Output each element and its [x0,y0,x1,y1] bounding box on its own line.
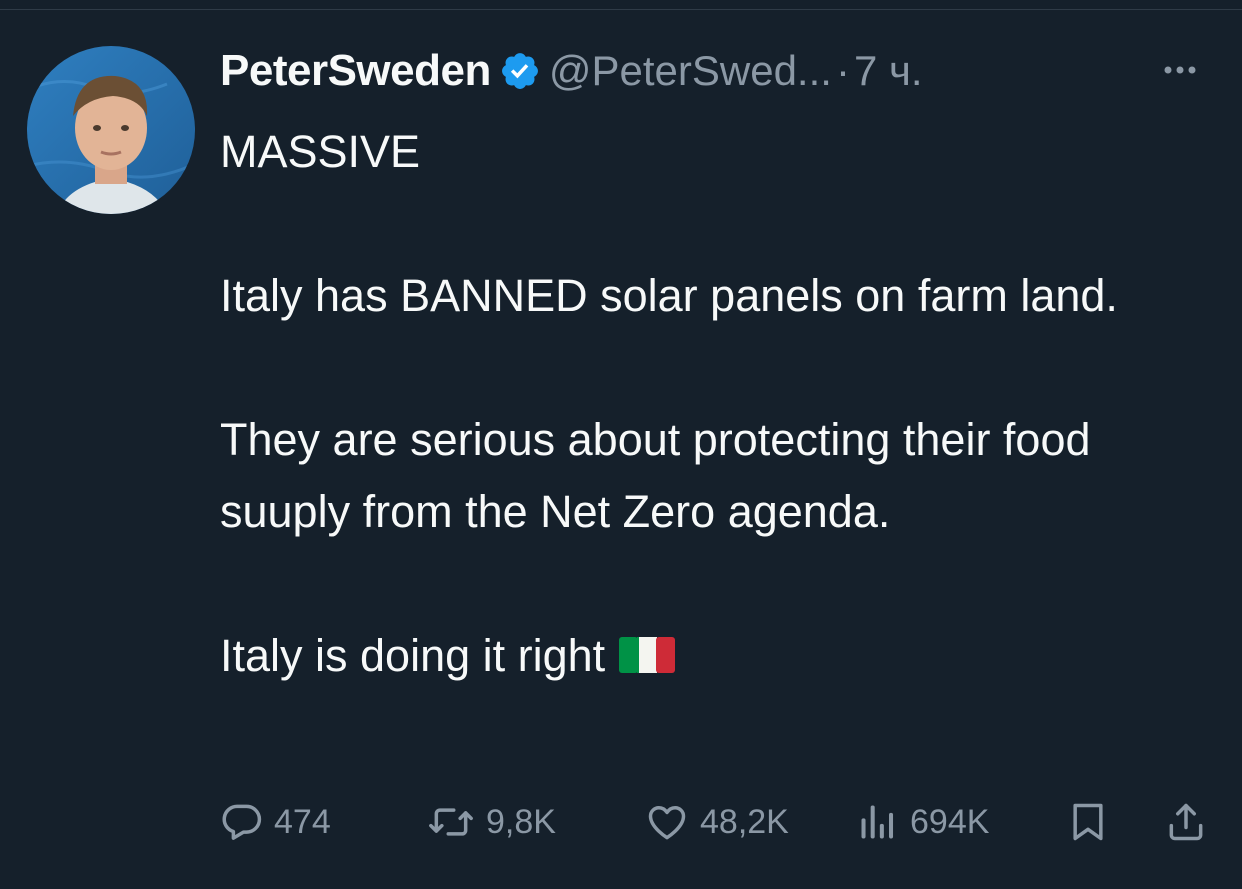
verified-badge-icon [501,53,538,89]
reply-button[interactable]: 474 [220,790,331,854]
separator-dot: · [835,47,850,94]
tweet-text: MASSIVE Italy has BANNED solar panels on… [220,126,1118,681]
views-button[interactable]: 694K [856,790,989,854]
more-icon[interactable] [1156,50,1204,90]
bookmark-button[interactable] [1066,790,1110,854]
views-count: 694K [910,802,990,841]
repost-icon [429,808,473,836]
like-button[interactable]: 48,2K [644,790,789,854]
author-handle[interactable]: @PeterSwed... [549,47,832,95]
tweet-body: MASSIVE Italy has BANNED solar panels on… [220,116,1220,692]
like-icon [648,805,686,840]
tweet-header: PeterSweden @PeterSwed... · 7 ч. [220,40,1222,102]
tweet-actions: 474 9,8K 48,2K 694K [220,790,1220,854]
share-button[interactable] [1164,790,1208,854]
reply-count: 474 [274,802,331,841]
like-count: 48,2K [700,802,789,841]
repost-button[interactable]: 9,8K [426,790,556,854]
italy-flag-emoji: 🇮🇹 [619,637,676,674]
share-icon [1169,803,1203,841]
avatar[interactable] [27,46,195,214]
reply-icon [222,804,262,840]
bookmark-icon [1073,803,1103,841]
repost-count: 9,8K [486,802,556,841]
views-icon [861,805,894,839]
author-name[interactable]: PeterSweden [220,46,491,96]
top-divider [0,9,1242,10]
tweet-time[interactable]: 7 ч. [854,47,923,95]
